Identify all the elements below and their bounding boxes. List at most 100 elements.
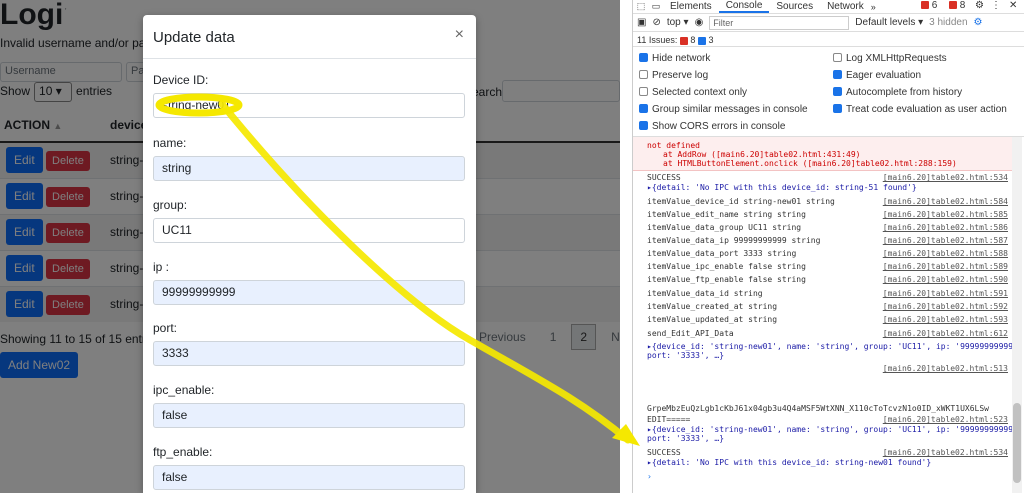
checkbox-checked[interactable] bbox=[833, 87, 842, 96]
log-source-link[interactable]: [main6.20]table02.html:592 bbox=[883, 302, 1008, 311]
ipc-enable-label: ipc_enable: bbox=[153, 383, 215, 397]
hidden-count: 3 hidden bbox=[929, 17, 968, 28]
console-log-entry: SUCCESS [main6.20]table02.html:534 bbox=[647, 448, 1014, 457]
tab-console[interactable]: Console bbox=[718, 0, 770, 13]
checkbox-unchecked[interactable] bbox=[639, 70, 648, 79]
log-text: itemValue_device_id string-new01 string bbox=[647, 197, 835, 206]
issues-error-count: 8 bbox=[690, 35, 696, 45]
console-scrollbar-thumb[interactable] bbox=[1013, 403, 1021, 483]
log-source-link[interactable]: [main6.20]table02.html:612 bbox=[883, 329, 1008, 338]
error-stack-line[interactable]: at HTMLButtonElement.onclick ([main6.20]… bbox=[663, 159, 957, 168]
log-source-link[interactable]: [main6.20]table02.html:584 bbox=[883, 197, 1008, 206]
console-log-entry: SUCCESS [main6.20]table02.html:534 bbox=[647, 173, 1014, 182]
ftp-enable-label: ftp_enable: bbox=[153, 445, 213, 459]
console-object-entry[interactable]: port: '3333', …} bbox=[647, 434, 1014, 443]
checkbox-checked[interactable] bbox=[833, 104, 842, 113]
log-text: itemValue_created_at string bbox=[647, 302, 778, 311]
log-source-link[interactable]: [main6.20]table02.html:586 bbox=[883, 223, 1008, 232]
log-source-link[interactable]: [main6.20]table02.html:587 bbox=[883, 236, 1008, 245]
warning-count-badge[interactable]: 8 bbox=[949, 0, 965, 11]
console-log-entry: itemValue_data_port 3333 string [main6.20… bbox=[647, 249, 1014, 258]
checkbox-checked[interactable] bbox=[833, 70, 842, 79]
setting-autocomplete[interactable]: Autocomplete from history bbox=[833, 87, 962, 98]
console-object-entry[interactable]: port: '3333', …} bbox=[647, 351, 1014, 360]
log-source-link[interactable]: [main6.20]table02.html:534 bbox=[883, 448, 1008, 457]
log-text: send_Edit_API_Data bbox=[647, 329, 734, 338]
console-object-entry[interactable]: ▸{detail: 'No IPC with this device_id: s… bbox=[647, 458, 1014, 467]
setting-hide-network[interactable]: Hide network bbox=[639, 53, 710, 64]
device-id-input[interactable]: string-new01 bbox=[153, 93, 465, 118]
log-text: ▸{device_id: 'string-new01', name: 'stri… bbox=[647, 342, 1023, 351]
setting-eager-eval[interactable]: Eager evaluation bbox=[833, 70, 921, 81]
log-text: SUCCESS bbox=[647, 173, 681, 182]
log-source-link[interactable]: [main6.20]table02.html:585 bbox=[883, 210, 1008, 219]
port-input[interactable]: 3333 bbox=[153, 341, 465, 366]
checkbox-checked[interactable] bbox=[639, 121, 648, 130]
console-log-entry: send_Edit_API_Data [main6.20]table02.html… bbox=[647, 329, 1014, 338]
ftp-enable-input[interactable]: false bbox=[153, 465, 465, 490]
inspect-icon[interactable]: ⬚ bbox=[633, 1, 649, 12]
log-source-link[interactable]: [main6.20]table02.html:589 bbox=[883, 262, 1008, 271]
error-stack-line[interactable]: at AddRow ([main6.20]table02.html:431:49… bbox=[663, 150, 860, 159]
setting-group-similar[interactable]: Group similar messages in console bbox=[639, 104, 808, 115]
console-log-entry: itemValue_data_group UC11 string [main6.2… bbox=[647, 223, 1014, 232]
tab-elements[interactable]: Elements bbox=[663, 1, 719, 12]
log-source-link[interactable]: [main6.20]table02.html:593 bbox=[883, 315, 1008, 324]
clear-console-icon[interactable]: ⊘ bbox=[652, 17, 660, 28]
console-filter-input[interactable]: Filter bbox=[709, 15, 850, 30]
context-select[interactable]: top ▾ bbox=[667, 17, 689, 28]
log-source-link[interactable]: [main6.20]table02.html:513 bbox=[883, 364, 1008, 373]
update-modal: Update data × Device ID: string-new01 name… bbox=[143, 15, 476, 493]
more-tabs-icon[interactable]: » bbox=[871, 2, 876, 12]
console-settings-icon[interactable]: ⚙ bbox=[974, 17, 983, 28]
issues-bar[interactable]: 11 Issues: 8 3 bbox=[633, 32, 1024, 47]
tab-network[interactable]: Network bbox=[820, 1, 871, 12]
console-object-entry[interactable]: ▸{detail: 'No IPC with this device_id: s… bbox=[647, 183, 1014, 192]
log-text: itemValue_data_id string bbox=[647, 289, 763, 298]
ipc-enable-input[interactable]: false bbox=[153, 403, 465, 428]
setting-selected-context[interactable]: Selected context only bbox=[639, 87, 747, 98]
setting-log-xhr[interactable]: Log XMLHttpRequests bbox=[833, 53, 947, 64]
log-source-link[interactable]: [main6.20]table02.html:591 bbox=[883, 289, 1008, 298]
console-log-entry: itemValue_ipc_enable false string [main6.… bbox=[647, 262, 1014, 271]
modal-header: Update data × bbox=[143, 15, 476, 59]
checkbox-checked[interactable] bbox=[639, 53, 648, 62]
settings-gear-icon[interactable]: ⚙ bbox=[975, 0, 984, 11]
setting-preserve-log[interactable]: Preserve log bbox=[639, 70, 708, 81]
log-text: ▸{detail: 'No IPC with this device_id: s… bbox=[647, 458, 932, 467]
close-devtools-icon[interactable]: ✕ bbox=[1009, 0, 1017, 11]
device-toolbar-icon[interactable]: ▭ bbox=[649, 1, 663, 12]
issues-warn-count: 3 bbox=[708, 35, 714, 45]
checkbox-unchecked[interactable] bbox=[833, 53, 842, 62]
log-text: itemValue_data_port 3333 string bbox=[647, 249, 797, 258]
close-icon[interactable]: × bbox=[455, 26, 464, 44]
devtools-tabbar: ⬚ ▭ Elements Console Sources Network » 6… bbox=[633, 0, 1024, 14]
log-text: itemValue_ftp_enable false string bbox=[647, 275, 806, 284]
eye-icon[interactable]: ◉ bbox=[695, 17, 704, 28]
issue-info-icon bbox=[697, 36, 706, 45]
console-log-entry: itemValue_edit_name string string [main6.… bbox=[647, 210, 1014, 219]
console-object-entry[interactable]: ▸{device_id: 'string-new01', name: 'stri… bbox=[647, 425, 1023, 434]
console-log-entry: GrpeMbzEuQzLgb1cKbJ61x04gb3u4Q4aMSF5WtXN… bbox=[647, 404, 1014, 413]
setting-treat-user-action[interactable]: Treat code evaluation as user action bbox=[833, 104, 1007, 115]
name-input[interactable]: string bbox=[153, 156, 465, 181]
ip-input[interactable]: 99999999999 bbox=[153, 280, 465, 305]
log-source-link[interactable]: [main6.20]table02.html:523 bbox=[883, 415, 1008, 424]
setting-cors-errors[interactable]: Show CORS errors in console bbox=[639, 121, 785, 132]
console-prompt[interactable]: › bbox=[647, 472, 1014, 481]
console-object-entry[interactable]: ▸{device_id: 'string-new01', name: 'stri… bbox=[647, 342, 1023, 351]
log-source-link[interactable]: [main6.20]table02.html:588 bbox=[883, 249, 1008, 258]
tab-sources[interactable]: Sources bbox=[769, 1, 820, 12]
log-source-link[interactable]: [main6.20]table02.html:590 bbox=[883, 275, 1008, 284]
more-options-icon[interactable]: ⋮ bbox=[991, 0, 1001, 11]
error-count-badge[interactable]: 6 bbox=[921, 0, 937, 11]
log-source-link[interactable]: [main6.20]table02.html:534 bbox=[883, 173, 1008, 182]
checkbox-unchecked[interactable] bbox=[639, 87, 648, 96]
console-toolbar: ▣ ⊘ top ▾ ◉ Filter Default levels ▾ 3 hi… bbox=[633, 14, 1024, 32]
log-text: itemValue_data_ip 99999999999 string bbox=[647, 236, 821, 245]
group-input[interactable]: UC11 bbox=[153, 218, 465, 243]
log-text: EDIT===== bbox=[647, 415, 691, 424]
log-levels-select[interactable]: Default levels ▾ bbox=[855, 17, 923, 28]
sidebar-toggle-icon[interactable]: ▣ bbox=[637, 17, 646, 28]
checkbox-checked[interactable] bbox=[639, 104, 648, 113]
